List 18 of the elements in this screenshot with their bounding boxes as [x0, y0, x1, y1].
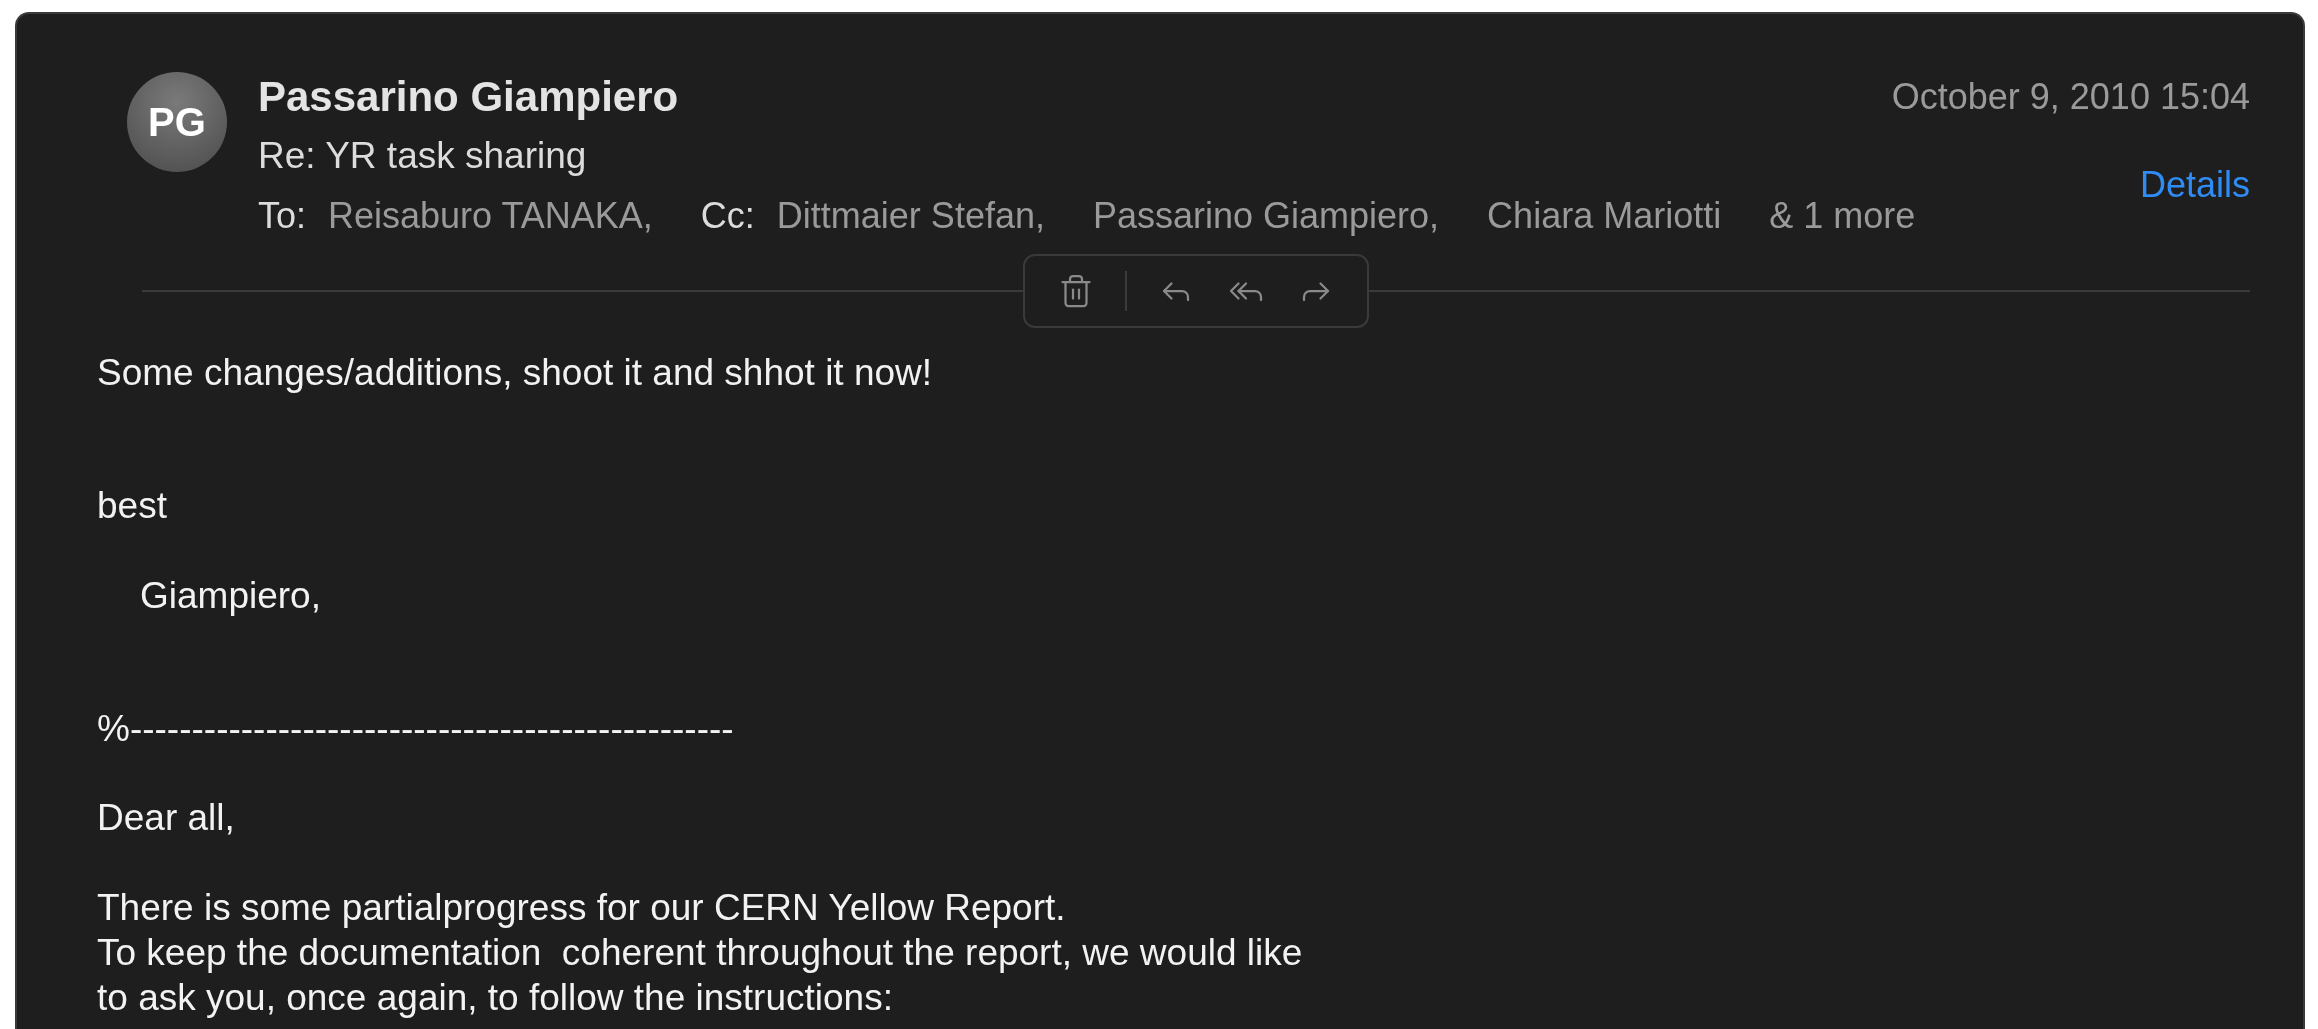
cc-label: Cc:	[700, 194, 755, 238]
details-link[interactable]: Details	[2139, 165, 2250, 205]
message-date: October 9, 2010 15:04	[1891, 76, 2250, 118]
recipient-name: Passarino Giampiero,	[1092, 194, 1440, 238]
to-label: To:	[258, 194, 307, 238]
recipient-name: Dittmaier Stefan,	[776, 194, 1045, 238]
body-paragraph: Dear all,	[97, 796, 236, 840]
message-subject: Re: YR task sharing	[258, 134, 587, 178]
recipient-name: Chiara Mariotti	[1487, 194, 1722, 238]
body-paragraph: Giampiero,	[139, 574, 322, 618]
sender-name: Passarino Giampiero	[258, 72, 679, 122]
body-paragraph: There is some partialprogress for our CERN Yellow Report. To keep the documentation coherent throughout the report, we would like to ask you, once again, to follow the instructions:	[97, 886, 1304, 1020]
avatar: PG	[127, 72, 227, 172]
recipient-name: Reisaburo TANAKA,	[328, 194, 653, 238]
body-paragraph: best	[97, 484, 168, 528]
body-paragraph: Some changes/additions, shoot it and shhot it now!	[97, 351, 934, 395]
more-recipients: & 1 more	[1769, 194, 1916, 238]
body-paragraph: %-------------------------------------------------	[97, 707, 735, 751]
